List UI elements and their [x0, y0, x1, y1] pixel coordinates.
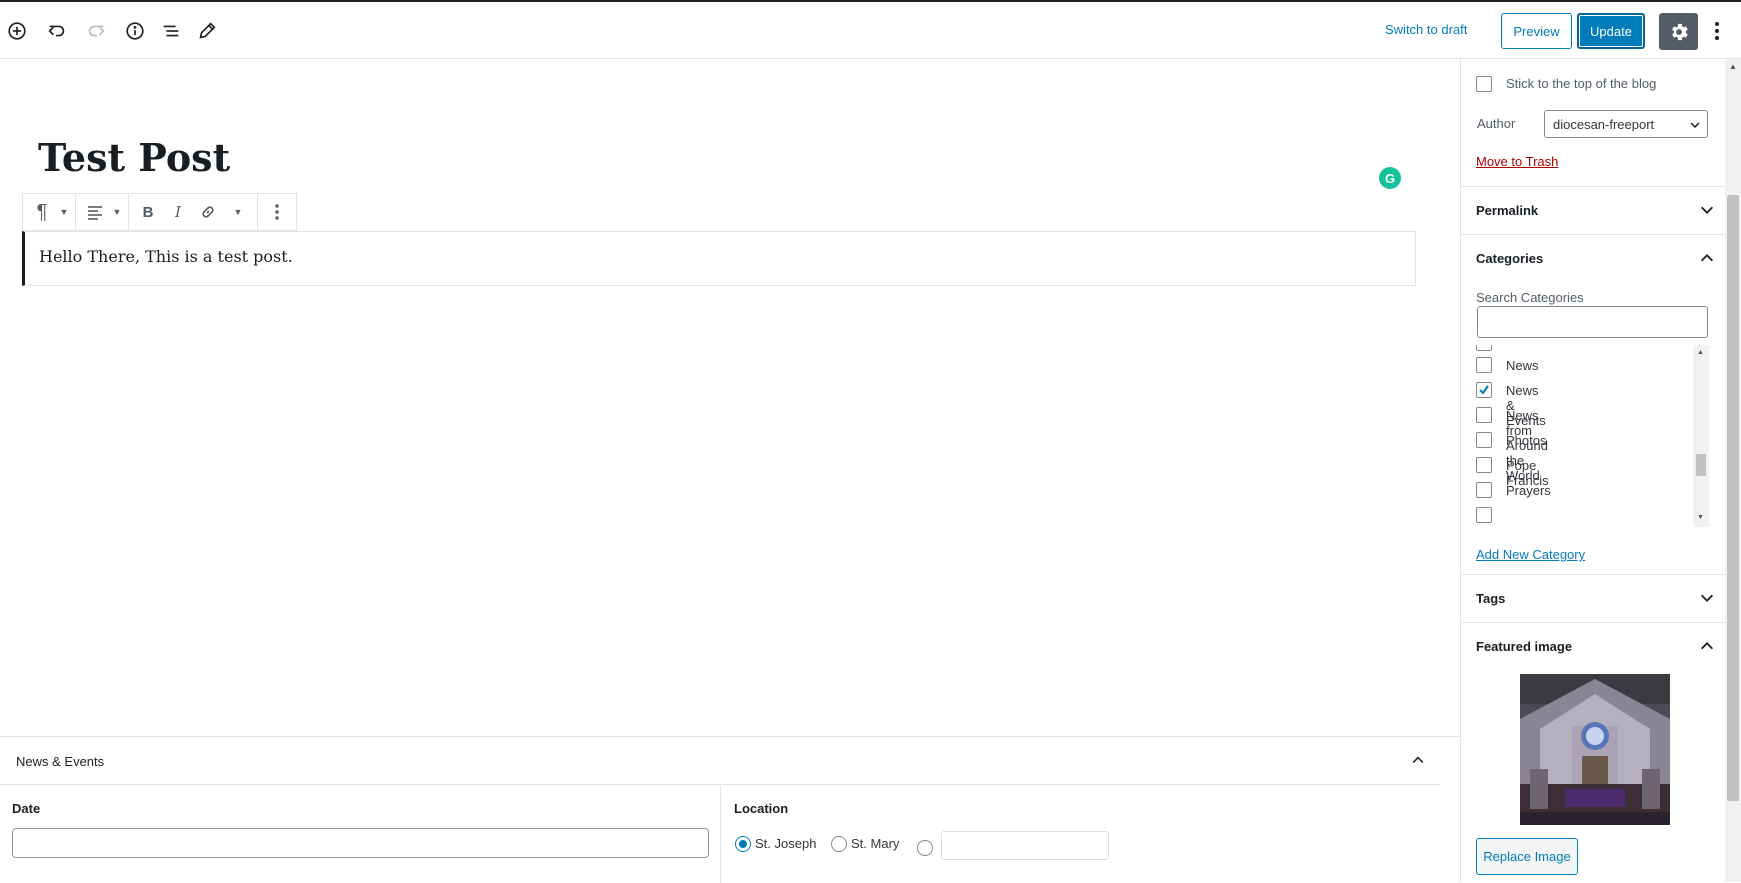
- block-more-icon[interactable]: [262, 194, 292, 230]
- category-checkbox[interactable]: [1476, 357, 1492, 373]
- author-label: Author: [1477, 116, 1516, 131]
- paragraph-block[interactable]: Hello There, This is a test post.: [22, 231, 1416, 286]
- add-block-icon[interactable]: [2, 16, 32, 46]
- more-options-icon[interactable]: [1707, 16, 1727, 46]
- editor-header: Switch to draft Preview Update: [0, 2, 1741, 59]
- date-input[interactable]: [12, 828, 709, 858]
- checkmark-icon: [1479, 385, 1489, 395]
- preview-button[interactable]: Preview: [1501, 13, 1572, 49]
- stick-to-top-label: Stick to the top of the blog: [1506, 76, 1657, 91]
- settings-button[interactable]: [1659, 13, 1698, 50]
- category-checkbox[interactable]: [1476, 482, 1492, 498]
- paragraph-icon[interactable]: ¶: [27, 194, 57, 230]
- replace-image-button[interactable]: Replace Image: [1476, 838, 1578, 875]
- author-select[interactable]: diocesan-freeport: [1544, 110, 1708, 138]
- category-label: News: [1506, 358, 1539, 373]
- category-scrollbar-thumb[interactable]: [1696, 454, 1706, 476]
- featured-image-thumbnail[interactable]: [1520, 674, 1670, 825]
- sidebar-scrollbar-thumb[interactable]: [1727, 195, 1739, 801]
- metabox-header[interactable]: News & Events: [0, 737, 1440, 785]
- chevron-down-icon: [1690, 122, 1700, 129]
- chevron-down-icon: [1700, 594, 1714, 602]
- block-type-caret-icon[interactable]: ▼: [57, 194, 71, 230]
- category-label: Photos: [1506, 433, 1547, 448]
- category-checkbox[interactable]: [1476, 457, 1492, 473]
- radio-other[interactable]: [917, 840, 933, 856]
- chevron-down-icon: [1700, 206, 1714, 214]
- update-button[interactable]: Update: [1577, 13, 1645, 49]
- align-caret-icon[interactable]: ▼: [110, 194, 124, 230]
- add-new-category-link[interactable]: Add New Category: [1476, 547, 1585, 562]
- author-value: diocesan-freeport: [1553, 117, 1655, 132]
- chevron-up-icon[interactable]: [1407, 749, 1429, 771]
- date-label: Date: [12, 801, 41, 816]
- info-icon[interactable]: [120, 16, 150, 46]
- switch-to-draft-link[interactable]: Switch to draft: [1385, 22, 1467, 37]
- panel-title-permalink: Permalink: [1476, 203, 1539, 218]
- scroll-up-arrow-icon[interactable]: ▲: [1729, 62, 1737, 71]
- search-categories-label: Search Categories: [1476, 290, 1584, 305]
- radio-label-st-mary: St. Mary: [851, 836, 900, 851]
- panel-permalink[interactable]: Permalink: [1461, 186, 1725, 234]
- link-icon[interactable]: [193, 194, 223, 230]
- move-to-trash-link[interactable]: Move to Trash: [1476, 154, 1558, 169]
- bold-icon[interactable]: B: [133, 194, 163, 230]
- category-label: Prayers: [1506, 483, 1551, 498]
- align-left-icon[interactable]: [80, 194, 110, 230]
- edit-pencil-icon[interactable]: [192, 16, 222, 46]
- settings-sidebar: Stick to the top of the blog Author dioc…: [1460, 59, 1725, 882]
- category-checkbox[interactable]: [1476, 407, 1492, 423]
- post-title[interactable]: Test Post: [38, 135, 230, 180]
- panel-featured-image[interactable]: Featured image: [1461, 622, 1725, 670]
- news-events-metabox: News & Events Date Location St. Joseph S…: [0, 736, 1460, 883]
- panel-tags[interactable]: Tags: [1461, 574, 1725, 622]
- block-toolbar: ¶ ▼ ▼ B I ▼: [22, 193, 297, 231]
- panel-title-tags: Tags: [1476, 591, 1506, 606]
- radio-label-st-joseph: St. Joseph: [755, 836, 817, 851]
- stick-to-top-checkbox[interactable]: [1476, 76, 1492, 92]
- other-location-input[interactable]: [941, 831, 1109, 860]
- category-scrollbar[interactable]: [1693, 345, 1709, 527]
- grammarly-icon[interactable]: G: [1379, 167, 1401, 189]
- panel-categories[interactable]: Categories: [1461, 234, 1725, 282]
- panel-title-featured-image: Featured image: [1476, 639, 1573, 654]
- category-list: News News & Events News from Around the …: [1476, 345, 1709, 525]
- metabox-title: News & Events: [16, 754, 105, 769]
- location-column: Location St. Joseph St. Mary: [722, 786, 1442, 883]
- italic-icon[interactable]: I: [163, 194, 193, 230]
- editor-canvas: Test Post G ¶ ▼ ▼ B I ▼ Hello There, Thi…: [0, 59, 1460, 737]
- scroll-down-arrow-icon[interactable]: ▼: [1697, 514, 1704, 521]
- outline-icon[interactable]: [156, 16, 186, 46]
- date-column: Date: [0, 786, 721, 883]
- radio-st-joseph[interactable]: [735, 836, 751, 852]
- chevron-up-icon: [1700, 642, 1714, 650]
- scroll-up-arrow-icon[interactable]: ▲: [1697, 349, 1704, 356]
- panel-title-categories: Categories: [1476, 251, 1544, 266]
- chevron-up-icon: [1700, 254, 1714, 262]
- redo-icon[interactable]: [81, 16, 111, 46]
- location-label: Location: [734, 801, 789, 816]
- category-checkbox-checked[interactable]: [1476, 382, 1492, 398]
- more-formatting-caret-icon[interactable]: ▼: [223, 194, 253, 230]
- gear-icon: [1671, 23, 1688, 40]
- category-checkbox[interactable]: [1476, 432, 1492, 448]
- search-categories-input[interactable]: [1477, 306, 1708, 338]
- undo-icon[interactable]: [42, 16, 72, 46]
- radio-st-mary[interactable]: [831, 836, 847, 852]
